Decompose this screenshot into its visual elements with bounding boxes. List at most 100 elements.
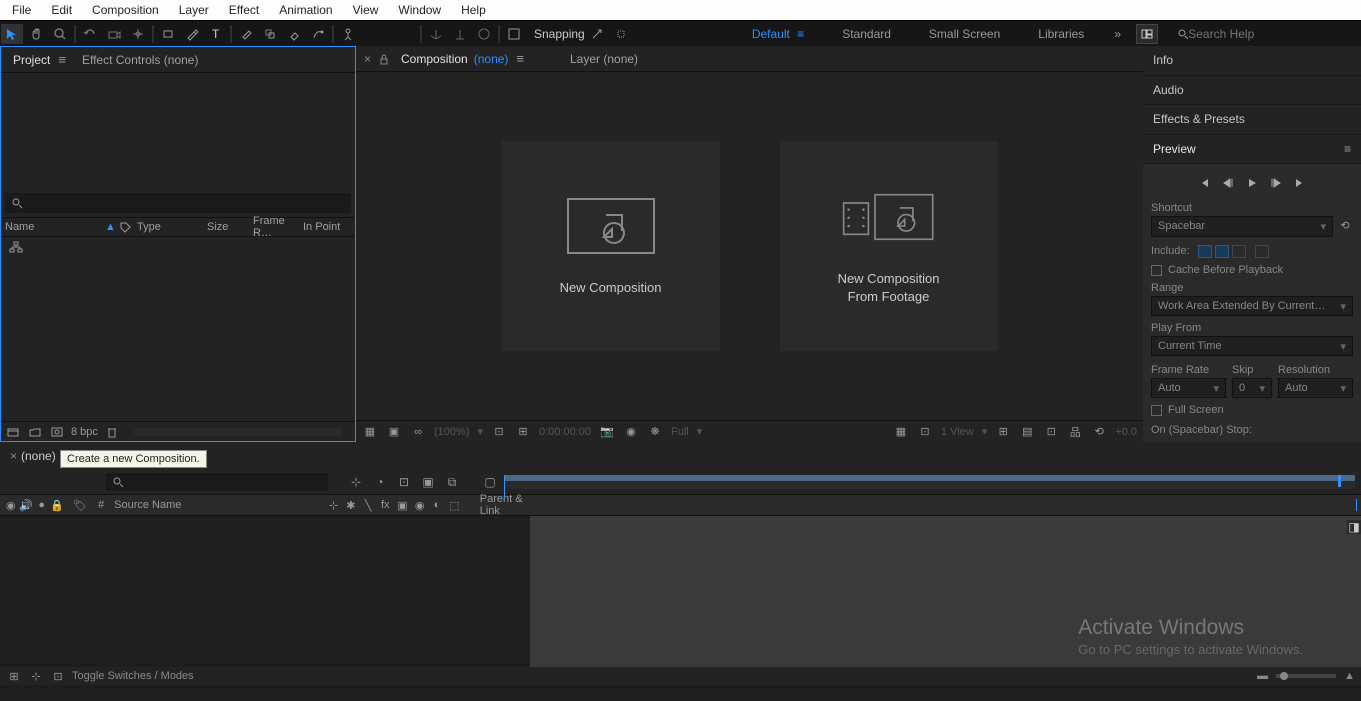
orbit-tool[interactable]: [79, 24, 101, 44]
collapse-icon[interactable]: ✱: [345, 497, 356, 513]
interpret-footage-icon[interactable]: [5, 424, 21, 440]
include-loop-icon[interactable]: [1255, 245, 1269, 258]
project-flow-icon[interactable]: [1, 237, 355, 257]
delete-icon[interactable]: [104, 424, 120, 440]
draft-3d-icon[interactable]: ▢: [482, 474, 498, 490]
col-inpoint[interactable]: In Point: [303, 221, 340, 233]
video-col-icon[interactable]: ◉: [4, 497, 17, 513]
preview-shortcut-select[interactable]: Spacebar ▾: [1151, 216, 1333, 237]
col-number[interactable]: #: [98, 499, 104, 511]
proxy-icon[interactable]: 品: [1067, 424, 1083, 440]
play-icon[interactable]: [1245, 176, 1259, 190]
timeline-ruler[interactable]: [504, 475, 1355, 489]
col-tag-icon[interactable]: [119, 221, 137, 233]
include-video-icon[interactable]: [1198, 245, 1212, 258]
exposure-reset-icon[interactable]: ⟲: [1091, 424, 1107, 440]
eraser-tool[interactable]: [283, 24, 305, 44]
shy-switch-icon[interactable]: ⊹: [328, 497, 339, 513]
panel-menu-icon[interactable]: ≡: [516, 51, 524, 66]
menu-composition[interactable]: Composition: [82, 1, 169, 19]
menu-help[interactable]: Help: [451, 1, 496, 19]
text-tool[interactable]: T: [205, 24, 227, 44]
snapshot-icon[interactable]: 📷: [599, 424, 615, 440]
panel-info[interactable]: Info: [1143, 46, 1361, 76]
snap-collision-icon[interactable]: [610, 24, 632, 44]
pen-tool[interactable]: [181, 24, 203, 44]
project-scrollbar[interactable]: [134, 428, 343, 436]
snap-opts-icon[interactable]: [586, 24, 608, 44]
workspace-reset-icon[interactable]: [1136, 24, 1158, 44]
preview-playfrom-select[interactable]: Current Time ▾: [1151, 336, 1353, 356]
menu-window[interactable]: Window: [388, 1, 451, 19]
snap-checkbox[interactable]: [503, 24, 525, 44]
color-mgmt-icon[interactable]: ❋: [647, 424, 663, 440]
quality-icon[interactable]: ╲: [362, 497, 373, 513]
prev-frame-icon[interactable]: [1221, 176, 1235, 190]
puppet-tool[interactable]: [337, 24, 359, 44]
resolution-select[interactable]: Full: [671, 426, 689, 438]
layer-switches-icon[interactable]: ⊹: [28, 668, 44, 684]
toggle-switches-button[interactable]: Toggle Switches / Modes: [72, 670, 194, 682]
hand-tool[interactable]: [25, 24, 47, 44]
menu-animation[interactable]: Animation: [269, 1, 342, 19]
playhead[interactable]: [504, 475, 505, 499]
camera-tool[interactable]: [103, 24, 125, 44]
world-axis-icon[interactable]: [449, 24, 471, 44]
workspace-libraries[interactable]: Libraries: [1022, 23, 1100, 45]
frame-blend-switch-icon[interactable]: ▣: [397, 497, 408, 513]
close-tab-icon[interactable]: ×: [6, 449, 21, 463]
expand-props-icon[interactable]: ⊞: [6, 668, 22, 684]
panel-menu-icon[interactable]: ≡: [58, 52, 66, 67]
panel-preview[interactable]: Preview≡: [1143, 135, 1361, 165]
modes-icon[interactable]: ⊡: [50, 668, 66, 684]
solo-col-icon[interactable]: ●: [35, 497, 48, 513]
next-frame-icon[interactable]: [1269, 176, 1283, 190]
include-overlay-icon[interactable]: [1232, 245, 1246, 258]
alpha-icon[interactable]: ▦: [362, 424, 378, 440]
preview-range-select[interactable]: Work Area Extended By Current… ▾: [1151, 296, 1353, 316]
zoom-out-icon[interactable]: ▬: [1257, 670, 1268, 682]
shy-icon[interactable]: ◔: [372, 474, 388, 490]
cache-checkbox[interactable]: [1151, 265, 1162, 276]
last-frame-icon[interactable]: [1293, 176, 1307, 190]
workspace-more-icon[interactable]: »: [1106, 23, 1129, 45]
workspace-default[interactable]: Default ≡: [736, 23, 820, 45]
channel-icon[interactable]: ▣: [386, 424, 402, 440]
panel-audio[interactable]: Audio: [1143, 76, 1361, 106]
workspace-small-screen[interactable]: Small Screen: [913, 23, 1016, 45]
menu-file[interactable]: File: [2, 1, 41, 19]
motion-blur-icon[interactable]: ▣: [420, 474, 436, 490]
search-help-input[interactable]: [1188, 27, 1355, 41]
col-source[interactable]: Source Name: [114, 499, 181, 511]
resolution-select[interactable]: Auto ▾: [1278, 378, 1353, 398]
guides-icon[interactable]: ⊞: [995, 424, 1011, 440]
work-area-end[interactable]: [1338, 475, 1341, 487]
roto-tool[interactable]: [307, 24, 329, 44]
local-axis-icon[interactable]: [425, 24, 447, 44]
fullscreen-checkbox[interactable]: [1151, 405, 1162, 416]
panel-effects-presets[interactable]: Effects & Presets: [1143, 105, 1361, 135]
workspace-standard[interactable]: Standard: [826, 23, 907, 45]
include-audio-icon[interactable]: [1215, 245, 1229, 258]
timeline-search[interactable]: [106, 473, 328, 491]
col-parent[interactable]: Parent & Link: [480, 493, 526, 517]
col-size[interactable]: Size: [207, 221, 253, 233]
timeline-layer-list[interactable]: [0, 516, 530, 667]
sort-arrow-icon[interactable]: ▲: [105, 221, 119, 233]
3d-switch-icon[interactable]: ⬚: [449, 497, 460, 513]
project-bpc[interactable]: 8 bpc: [71, 426, 98, 438]
new-folder-icon[interactable]: [27, 424, 43, 440]
new-comp-icon[interactable]: [49, 424, 65, 440]
tab-composition[interactable]: Composition (none)≡: [393, 47, 532, 70]
selection-tool[interactable]: [1, 24, 23, 44]
label-col-icon[interactable]: 🏷: [72, 497, 88, 513]
frame-blend-icon[interactable]: ⊡: [396, 474, 412, 490]
panel-menu-icon[interactable]: ≡: [1344, 142, 1351, 156]
motion-blur-switch-icon[interactable]: ◉: [414, 497, 425, 513]
rulers-icon[interactable]: ▤: [1019, 424, 1035, 440]
audio-col-icon[interactable]: 🔊: [19, 497, 33, 513]
zoom-level[interactable]: (100%): [434, 426, 469, 438]
brush-tool[interactable]: [235, 24, 257, 44]
lock-col-icon[interactable]: 🔒: [50, 497, 64, 513]
col-name[interactable]: Name: [5, 221, 105, 233]
